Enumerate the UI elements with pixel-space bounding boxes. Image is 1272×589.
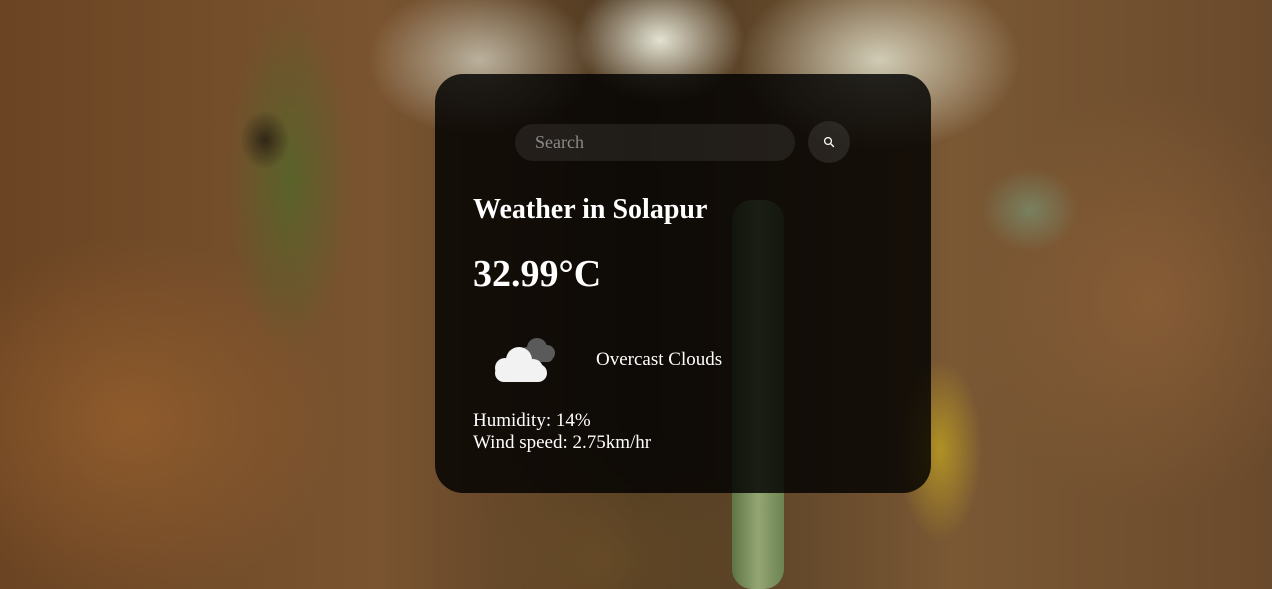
search-icon — [823, 136, 835, 148]
temperature: 32.99°C — [473, 253, 602, 295]
overcast-clouds-icon — [495, 338, 555, 382]
background-bee — [240, 110, 290, 170]
condition-row: Overcast Clouds — [485, 334, 722, 386]
search-input[interactable] — [515, 123, 795, 161]
weather-card: Weather in Solapur 32.99°C Overcast Clou… — [435, 74, 931, 493]
weather-description: Overcast Clouds — [596, 349, 723, 370]
wind-speed-text: Wind speed: 2.75km/hr — [473, 432, 652, 453]
search-button[interactable] — [808, 121, 850, 163]
weather-details: Humidity: 14% Wind speed: 2.75km/hr — [473, 410, 651, 454]
search-bar — [515, 121, 850, 163]
city-title: Weather in Solapur — [473, 194, 708, 225]
humidity-text: Humidity: 14% — [473, 410, 591, 431]
